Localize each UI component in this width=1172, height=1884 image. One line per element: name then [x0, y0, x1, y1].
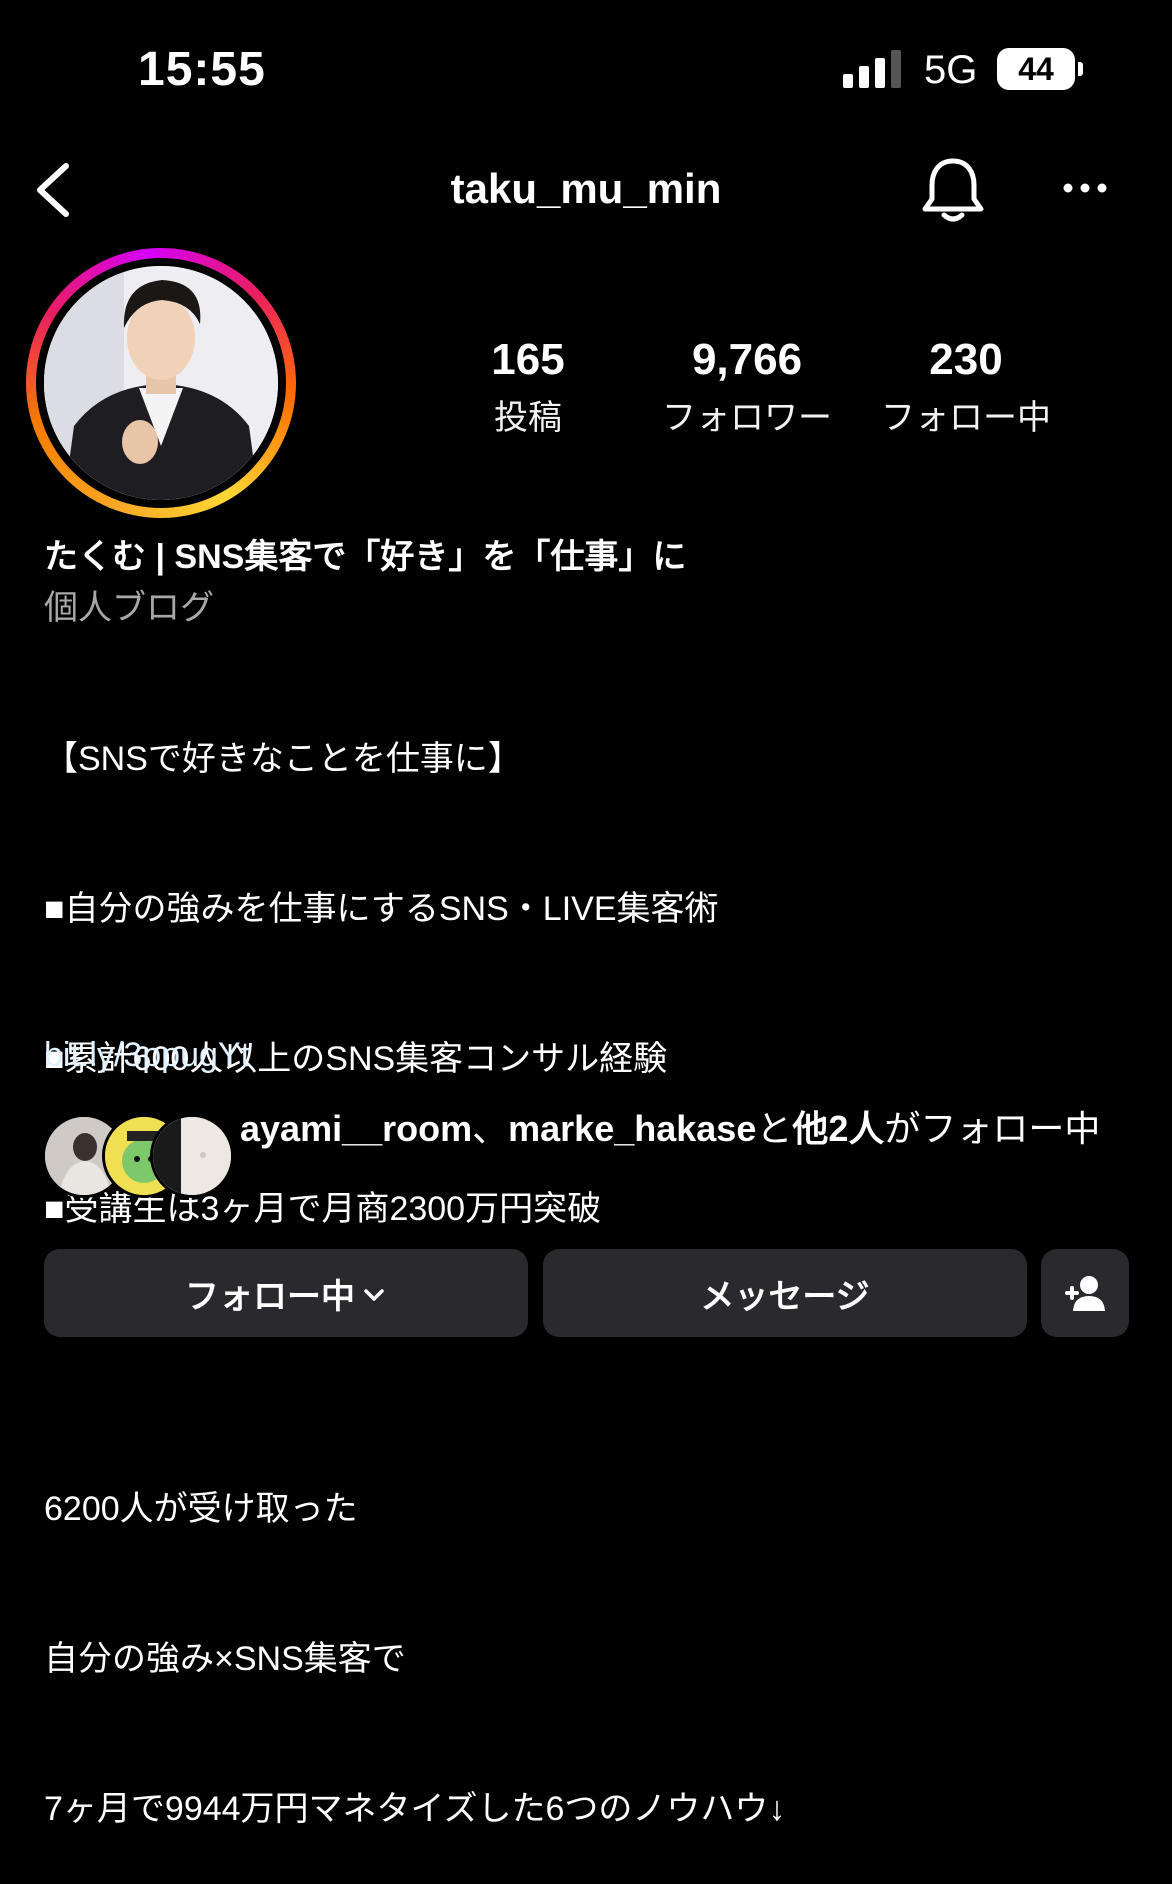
message-button-label: メッセージ	[700, 1277, 870, 1316]
message-button[interactable]: メッセージ	[543, 1249, 1027, 1337]
followed-by-and: と	[756, 1108, 793, 1149]
stat-following-label: フォロー中	[881, 399, 1051, 437]
bio-line: 6200人が受け取った	[44, 1490, 358, 1528]
stat-followers-value: 9,766	[691, 335, 803, 384]
followed-by-others[interactable]: 他2人	[792, 1108, 884, 1149]
signal-strength-icon	[843, 50, 905, 88]
followed-by-text[interactable]: ayami__room、marke_hakaseと他2人がフォロー中	[240, 1104, 1130, 1154]
battery-icon: 44	[997, 48, 1075, 90]
following-button-label: フォロー中	[185, 1277, 355, 1316]
stat-followers[interactable]: 9,766 フォロワー	[647, 338, 847, 439]
followed-by-suffix: がフォロー中	[884, 1108, 1101, 1149]
follower-avatar-3[interactable]	[150, 1114, 234, 1198]
bio-line: 【SNSで好きなことを仕事に】	[44, 740, 522, 778]
following-button[interactable]: フォロー中	[44, 1249, 528, 1337]
profile-display-name: たくむ | SNS集客で「好き」を「仕事」に	[44, 538, 687, 576]
status-time: 15:55	[138, 43, 266, 96]
bell-icon[interactable]	[920, 155, 986, 225]
person-add-icon	[1065, 1276, 1105, 1311]
bio-line: ■自分の強みを仕事にするSNS・LIVE集客術	[44, 890, 719, 928]
stat-followers-label: フォロワー	[662, 399, 832, 437]
bio-line: 7ヶ月で9944万円マネタイズした6つのノウハウ↓	[44, 1790, 786, 1828]
stat-posts[interactable]: 165 投稿	[428, 338, 628, 439]
bio-line: 自分の強み×SNS集客で	[44, 1640, 406, 1678]
profile-username: taku_mu_min	[450, 165, 722, 212]
followed-by-user-1[interactable]: ayami__room	[240, 1108, 472, 1149]
stat-posts-value: 165	[491, 335, 565, 384]
stat-following-value: 230	[929, 335, 1003, 384]
bio-link[interactable]: bit.ly/3ppugYt	[44, 1030, 250, 1080]
stat-posts-label: 投稿	[494, 399, 562, 437]
battery-tip	[1078, 62, 1083, 76]
more-horizontal-icon[interactable]	[1060, 170, 1110, 206]
avatar[interactable]	[44, 266, 278, 500]
followed-by-sep: 、	[472, 1108, 509, 1149]
bio-line	[44, 1334, 785, 1384]
add-user-button[interactable]	[1041, 1249, 1129, 1337]
network-type: 5G	[924, 48, 978, 92]
profile-category: 個人ブログ	[44, 589, 214, 627]
battery-level: 44	[1018, 51, 1054, 87]
followed-by-user-2[interactable]: marke_hakase	[508, 1108, 756, 1149]
stat-following[interactable]: 230 フォロー中	[866, 338, 1066, 439]
chevron-down-icon	[364, 1289, 384, 1301]
